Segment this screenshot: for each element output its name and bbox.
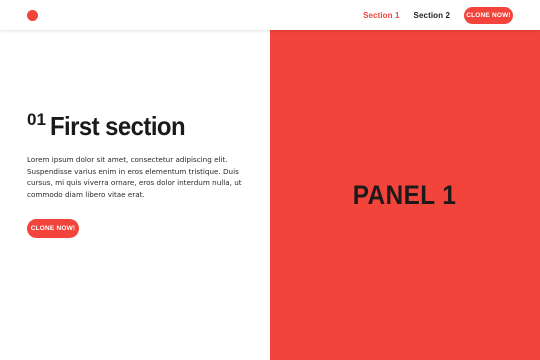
section-body-text: Lorem ipsum dolor sit amet, consectetur … — [27, 155, 242, 199]
header-clone-now-button[interactable]: CLONE NOW! — [464, 7, 513, 24]
section-number: 01 — [27, 110, 46, 129]
first-section-content: 01 First section Lorem ipsum dolor sit a… — [27, 110, 257, 239]
logo-dot-icon[interactable] — [27, 10, 38, 21]
panel-1: PANEL 1 — [270, 30, 540, 360]
panel-title: PANEL 1 — [353, 179, 457, 210]
nav-link-section-1[interactable]: Section 1 — [363, 11, 399, 20]
section-heading: 01 First section — [27, 110, 257, 142]
section-title: First section — [49, 111, 186, 141]
section-clone-now-button[interactable]: CLONE NOW! — [27, 219, 79, 239]
site-header: Section 1 Section 2 CLONE NOW! — [0, 0, 540, 30]
nav-link-section-2[interactable]: Section 2 — [414, 11, 450, 20]
top-nav: Section 1 Section 2 CLONE NOW! — [363, 7, 513, 24]
page: Section 1 Section 2 CLONE NOW! 01 First … — [0, 0, 540, 360]
